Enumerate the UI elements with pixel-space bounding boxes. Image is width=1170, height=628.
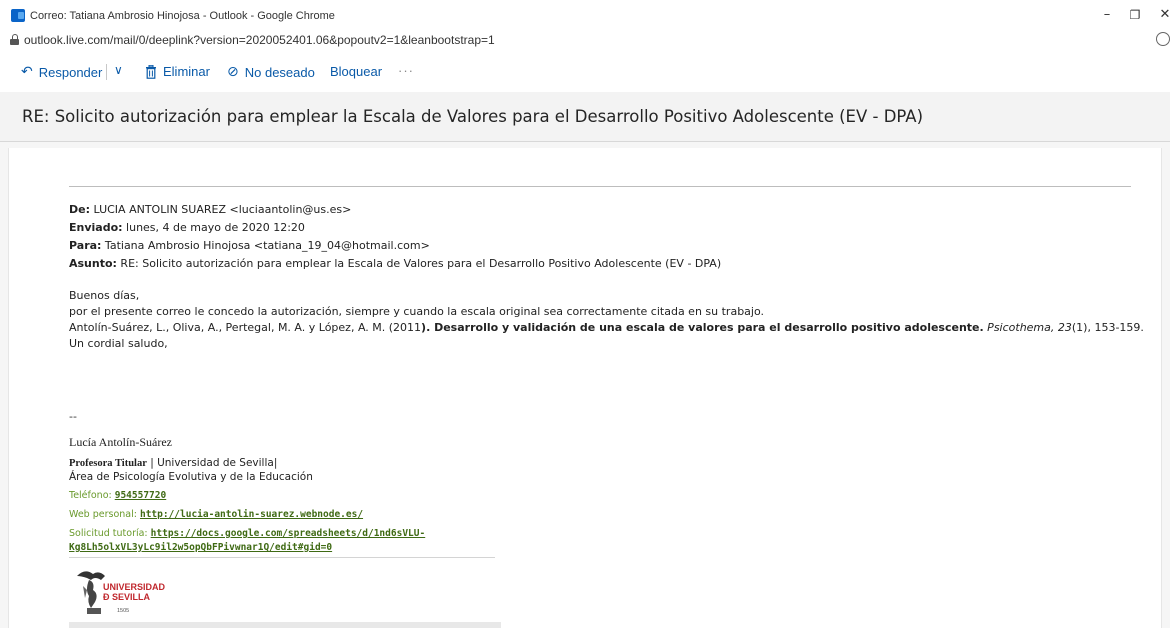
body-line: por el presente correo le concedo la aut… bbox=[69, 305, 765, 318]
header-from: De: LUCIA ANTOLIN SUAREZ <luciaantolin@u… bbox=[69, 203, 351, 216]
message-toolbar: ↶ Responder ∨ Eliminar ⊘ No deseado Bloq… bbox=[0, 52, 1170, 92]
lock-icon[interactable] bbox=[10, 34, 19, 45]
signature-separator: -- bbox=[69, 410, 77, 423]
sent-value: lunes, 4 de mayo de 2020 12:20 bbox=[122, 221, 305, 234]
university-name: UNIVERSIDAD Ð SEVILLA bbox=[103, 582, 165, 602]
from-label: De: bbox=[69, 203, 90, 216]
signature-tutoring-cont: Kg8Lh5olxVL3yLc9il2w5opQbFPivwnar1Q/edit… bbox=[69, 542, 332, 553]
message-body: De: LUCIA ANTOLIN SUAREZ <luciaantolin@u… bbox=[8, 148, 1162, 628]
window-title-bar: Correo: Tatiana Ambrosio Hinojosa - Outl… bbox=[0, 0, 1170, 30]
web-label: Web personal: bbox=[69, 509, 140, 520]
toolbar-divider bbox=[106, 64, 107, 80]
signature-role: Profesora Titular | Universidad de Sevil… bbox=[69, 457, 277, 469]
signature-affiliation: | Universidad de Sevilla| bbox=[146, 457, 278, 469]
subject-label: Asunto: bbox=[69, 257, 117, 270]
close-button[interactable]: ✕ bbox=[1154, 6, 1170, 24]
extension-icon[interactable] bbox=[1156, 32, 1170, 46]
more-actions-button[interactable]: ··· bbox=[398, 63, 414, 78]
tutoring-label: Solicitud tutoría: bbox=[69, 528, 151, 539]
citation-issue: (1), 153-159. bbox=[1071, 321, 1144, 334]
reading-pane: De: LUCIA ANTOLIN SUAREZ <luciaantolin@u… bbox=[0, 142, 1170, 628]
window-title: Correo: Tatiana Ambrosio Hinojosa - Outl… bbox=[30, 10, 335, 22]
citation-authors-close: ). bbox=[421, 321, 431, 334]
citation-title: Desarrollo y validación de una escala de… bbox=[430, 321, 984, 334]
signature-department: Área de Psicología Evolutiva y de la Edu… bbox=[69, 471, 313, 483]
to-label: Para: bbox=[69, 239, 102, 252]
signature-phone: Teléfono: 954557720 bbox=[69, 490, 166, 501]
signature-web: Web personal: http://lucia-antolin-suare… bbox=[69, 509, 363, 520]
signature-divider bbox=[69, 557, 495, 558]
url-text[interactable]: outlook.live.com/mail/0/deeplink?version… bbox=[24, 33, 495, 47]
message-subject: RE: Solicito autorización para emplear l… bbox=[22, 107, 924, 126]
tutoring-link[interactable]: https://docs.google.com/spreadsheets/d/1… bbox=[151, 528, 426, 539]
closing-text: Un cordial saludo, bbox=[69, 337, 168, 350]
phone-link[interactable]: 954557720 bbox=[115, 490, 166, 501]
junk-button[interactable]: ⊘ No deseado bbox=[227, 64, 315, 80]
citation: Antolín-Suárez, L., Oliva, A., Pertegal,… bbox=[69, 321, 1144, 334]
trash-icon bbox=[146, 64, 156, 79]
phone-label: Teléfono: bbox=[69, 490, 115, 501]
logo-year: 1505 bbox=[117, 608, 130, 614]
signature-title: Profesora Titular bbox=[69, 458, 147, 469]
university-logo: UNIVERSIDAD Ð SEVILLA 1505 bbox=[75, 568, 195, 620]
to-value: Tatiana Ambrosio Hinojosa <tatiana_19_04… bbox=[101, 239, 430, 252]
reply-options-chevron-icon[interactable]: ∨ bbox=[114, 63, 123, 77]
signature-footer-bar bbox=[69, 622, 501, 628]
junk-label: No deseado bbox=[244, 64, 315, 80]
maximize-button[interactable]: ❐ bbox=[1124, 6, 1146, 24]
delete-button[interactable]: Eliminar bbox=[145, 64, 210, 79]
from-value: LUCIA ANTOLIN SUAREZ <luciaantolin@us.es… bbox=[90, 203, 352, 216]
block-sender-button[interactable]: Bloquear bbox=[330, 64, 382, 79]
web-link[interactable]: http://lucia-antolin-suarez.webnode.es/ bbox=[140, 509, 363, 520]
greeting-text: Buenos días, bbox=[69, 289, 140, 302]
block-circle-icon: ⊘ bbox=[227, 64, 239, 80]
reply-icon: ↶ bbox=[21, 64, 33, 80]
tutoring-link-cont[interactable]: Kg8Lh5olxVL3yLc9il2w5opQbFPivwnar1Q/edit… bbox=[69, 542, 332, 553]
subject-value: RE: Solicito autorización para emplear l… bbox=[116, 257, 722, 270]
header-sent: Enviado: lunes, 4 de mayo de 2020 12:20 bbox=[69, 221, 305, 234]
subject-bar: RE: Solicito autorización para emplear l… bbox=[0, 92, 1170, 142]
reply-button[interactable]: ↶ Responder bbox=[21, 64, 102, 80]
signature-tutoring: Solicitud tutoría: https://docs.google.c… bbox=[69, 528, 425, 539]
sent-label: Enviado: bbox=[69, 221, 123, 234]
citation-journal: Psicothema, 23 bbox=[983, 321, 1072, 334]
address-bar[interactable]: outlook.live.com/mail/0/deeplink?version… bbox=[0, 30, 1170, 50]
header-to: Para: Tatiana Ambrosio Hinojosa <tatiana… bbox=[69, 239, 430, 252]
header-subject: Asunto: RE: Solicito autorización para e… bbox=[69, 257, 721, 270]
outlook-app-icon bbox=[11, 9, 25, 22]
block-label: Bloquear bbox=[330, 64, 383, 79]
citation-authors: Antolín-Suárez, L., Oliva, A., Pertegal,… bbox=[69, 321, 422, 334]
logo-line-2: Ð SEVILLA bbox=[103, 592, 151, 602]
signature-name: Lucía Antolín-Suárez bbox=[69, 435, 172, 449]
logo-line-1: UNIVERSIDAD bbox=[103, 582, 166, 592]
minimize-button[interactable]: – bbox=[1096, 6, 1118, 24]
reply-label: Responder bbox=[38, 64, 103, 80]
delete-label: Eliminar bbox=[163, 64, 210, 79]
quoted-divider bbox=[69, 186, 1131, 187]
